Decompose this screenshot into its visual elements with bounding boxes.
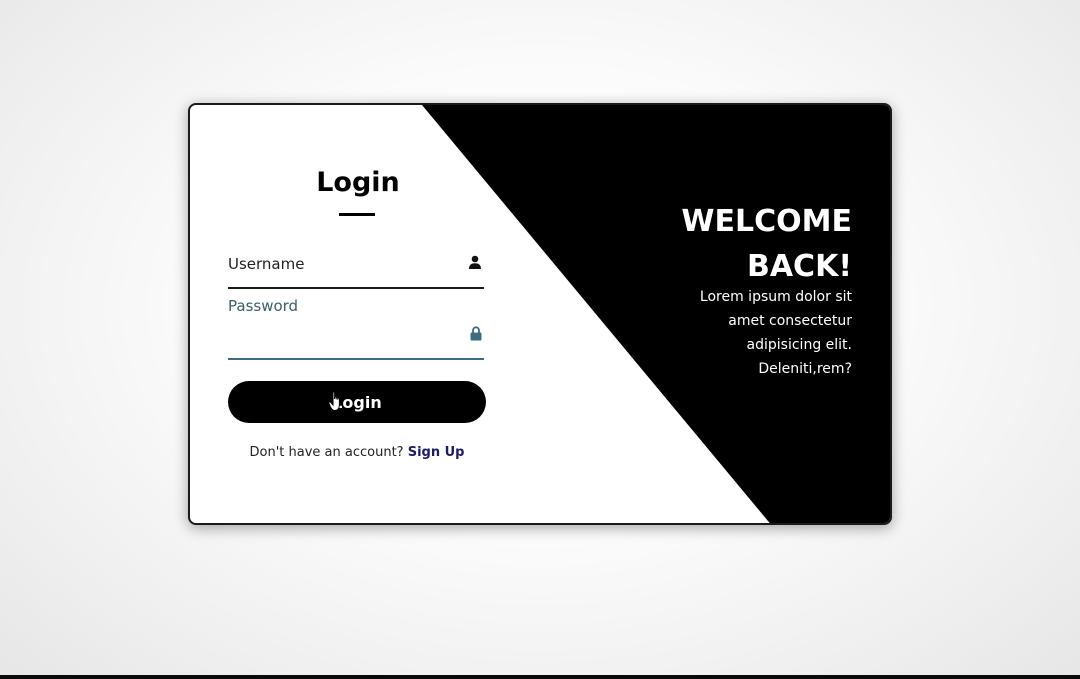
welcome-text: Lorem ipsum dolor sit amet consectetur a… [652,285,852,381]
welcome-text-line2: amet consectetur [728,313,852,329]
welcome-title-line1: WELCOME [681,204,852,239]
welcome-text-line4: Deleniti,rem? [758,361,852,377]
hand-cursor-icon [328,390,346,416]
bottom-bar [0,675,1080,679]
login-button[interactable]: Login [228,381,486,423]
lock-icon [470,326,482,346]
password-field[interactable]: Password [228,295,484,360]
signup-link[interactable]: Sign Up [408,445,465,460]
password-input[interactable] [228,330,458,356]
welcome-title-line2: BACK! [746,249,852,284]
title-underline [339,213,375,216]
welcome-title: WELCOME BACK! [612,199,852,289]
username-field[interactable]: Username [228,245,484,289]
signup-prompt-text: Don't have an account? [249,445,404,460]
password-label: Password [228,297,299,315]
welcome-text-line1: Lorem ipsum dolor sit [699,289,852,305]
login-card: Login Username Password Login Don't have… [188,103,892,525]
user-icon [468,255,482,274]
signup-prompt: Don't have an account? Sign Up [228,445,486,460]
welcome-text-line3: adipisicing elit. [746,337,852,353]
username-input[interactable] [228,259,458,285]
login-title: Login [316,167,400,198]
